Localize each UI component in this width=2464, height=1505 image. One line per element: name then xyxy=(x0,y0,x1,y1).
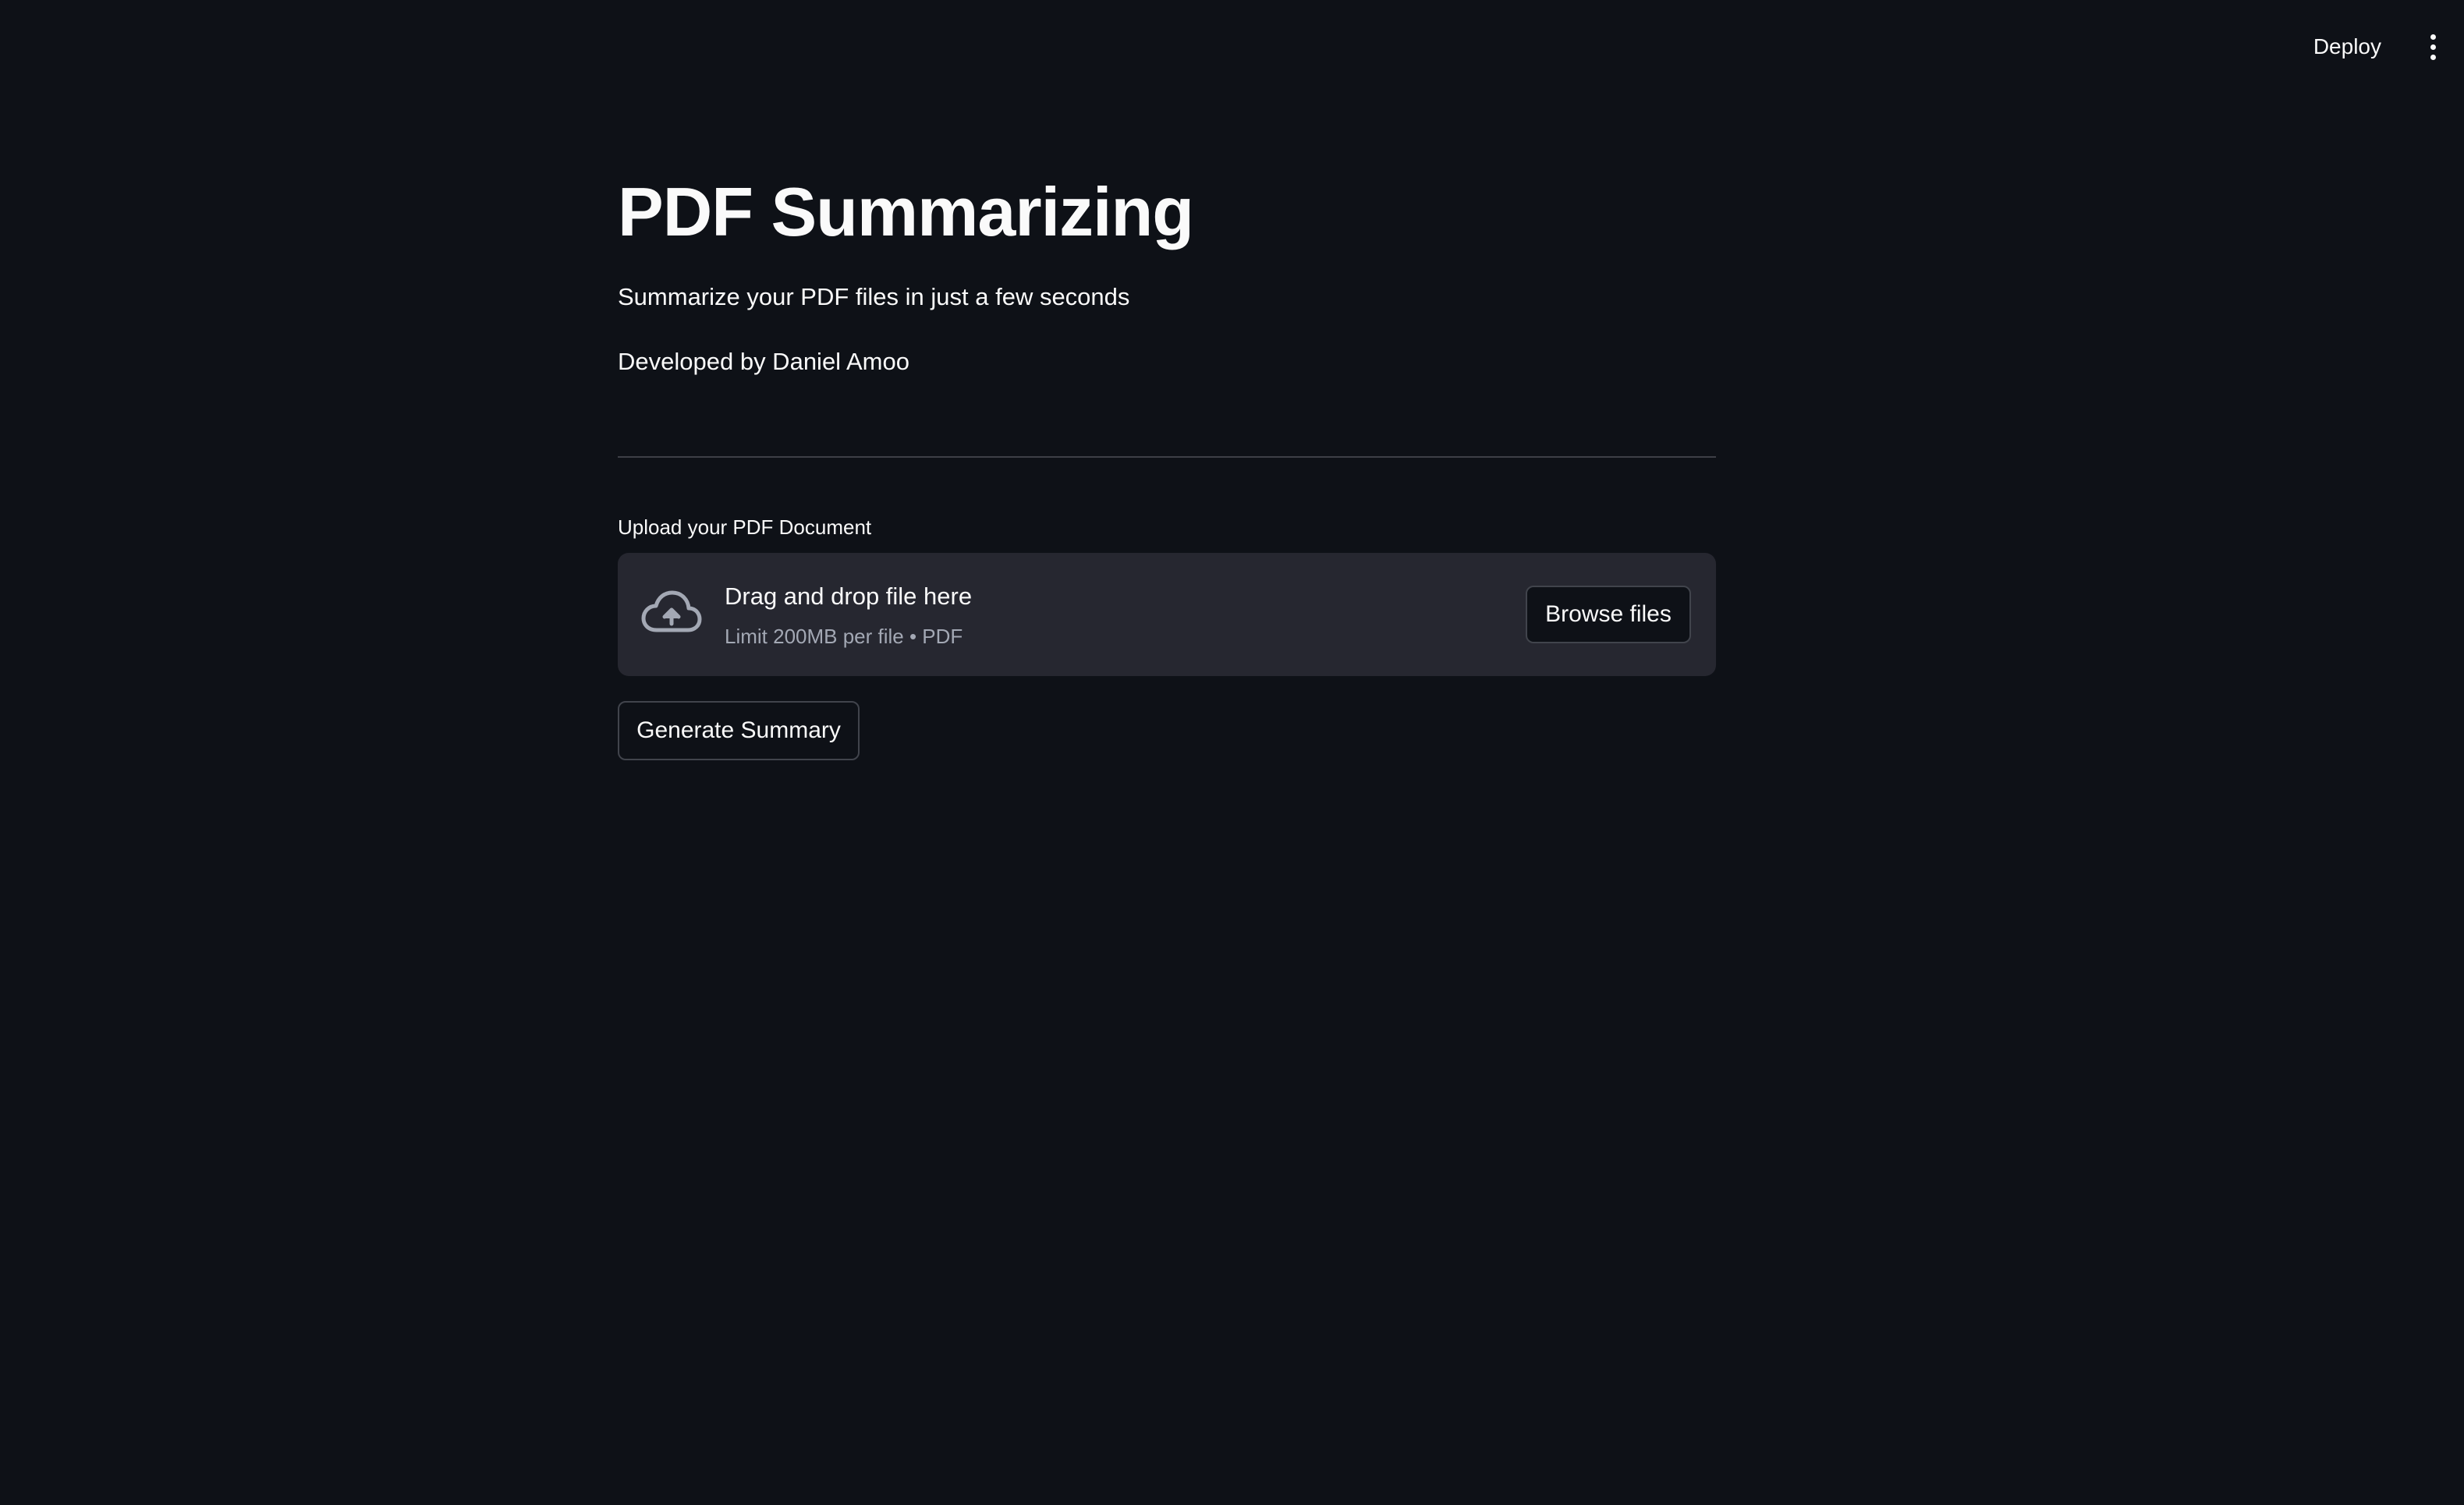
author-credit: Developed by Daniel Amoo xyxy=(618,348,909,375)
generate-summary-button[interactable]: Generate Summary xyxy=(618,701,860,760)
cloud-upload-icon xyxy=(641,590,702,632)
file-uploader-label: Upload your PDF Document xyxy=(618,515,872,539)
top-toolbar: Deploy xyxy=(2295,0,2464,94)
dropzone-limit-text: Limit 200MB per file • PDF xyxy=(725,625,963,648)
page-title: PDF Summarizing xyxy=(618,173,1194,250)
deploy-button[interactable]: Deploy xyxy=(2295,25,2400,69)
page-subtitle: Summarize your PDF files in just a few s… xyxy=(618,283,1130,310)
divider xyxy=(618,456,1716,458)
dropzone-instructions: Drag and drop file here xyxy=(725,583,973,610)
file-dropzone[interactable]: Drag and drop file here Limit 200MB per … xyxy=(618,553,1716,676)
more-vertical-icon xyxy=(2430,34,2436,40)
main-menu-button[interactable] xyxy=(2417,23,2448,70)
browse-files-button[interactable]: Browse files xyxy=(1526,586,1691,643)
